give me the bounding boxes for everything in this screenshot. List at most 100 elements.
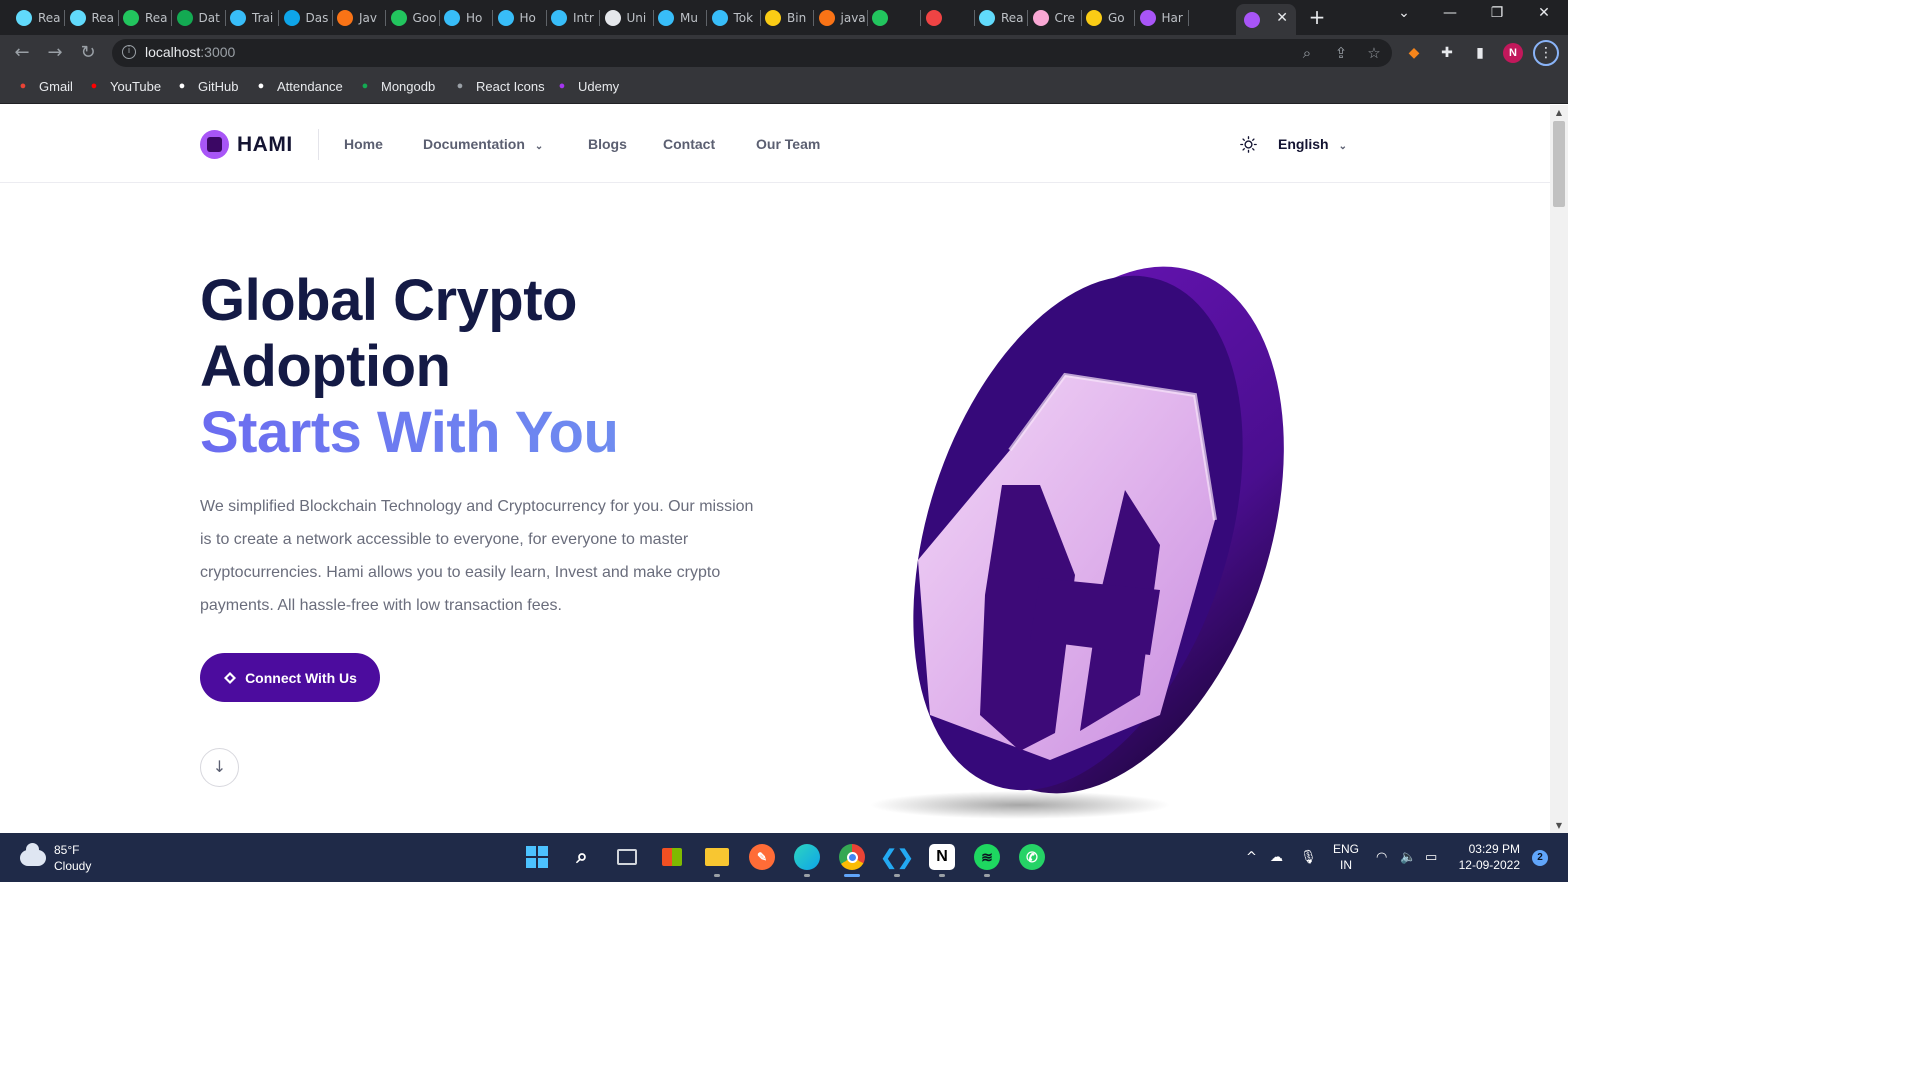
page-scrollbar[interactable]: ▲ ▼ — [1550, 105, 1568, 833]
browser-tab[interactable]: Das — [276, 4, 333, 31]
bookmark-star-icon[interactable]: ☆ — [1365, 44, 1383, 62]
bookmark-gmail[interactable]: ● Gmail — [15, 78, 73, 94]
browser-tab[interactable]: Cre — [1025, 4, 1082, 31]
url-port: :3000 — [200, 44, 236, 60]
zoom-icon[interactable]: ⌕ — [1298, 44, 1316, 62]
react-icon — [16, 9, 32, 26]
clock[interactable]: 03:29 PM 12-09-2022 — [1456, 841, 1520, 873]
bookmark-attendance[interactable]: ● Attendance — [253, 78, 343, 94]
browser-menu-icon[interactable]: ⋮ — [1533, 40, 1559, 66]
side-panel-icon[interactable]: ▮ — [1470, 43, 1490, 63]
metamask-extension-icon[interactable]: ◆ — [1404, 43, 1424, 63]
browser-tab[interactable]: Ho — [490, 4, 547, 31]
microsoft-store-icon[interactable] — [659, 844, 685, 870]
vscode-icon[interactable]: ❮❯ — [880, 844, 914, 877]
bookmark-github[interactable]: ● GitHub — [174, 78, 239, 94]
bookmark-udemy[interactable]: ● Udemy — [554, 78, 620, 94]
spotify-icon[interactable]: ≋ — [974, 844, 1000, 877]
brand-logo[interactable]: HAMI — [200, 130, 293, 159]
postman-icon[interactable]: ✎ — [749, 844, 775, 870]
lang-line2: IN — [1340, 858, 1352, 872]
tab-label: Ho — [519, 10, 536, 25]
new-tab-button[interactable]: + — [1306, 7, 1328, 29]
browser-tab[interactable]: Rea — [971, 4, 1028, 31]
browser-tab[interactable] — [864, 4, 921, 31]
browser-tab[interactable]: Goo — [383, 4, 440, 31]
meet-icon — [390, 9, 407, 26]
forward-button[interactable]: → — [44, 42, 66, 64]
minimize-button[interactable]: — — [1438, 5, 1462, 21]
nav-our-team[interactable]: Our Team — [756, 136, 820, 152]
weather-widget[interactable]: 85°F Cloudy — [20, 842, 91, 874]
circle-icon — [1032, 9, 1049, 26]
address-bar[interactable]: i localhost:3000 ⌕ ⇪ ☆ — [112, 39, 1392, 67]
file-explorer-icon[interactable] — [704, 844, 730, 877]
scroll-down-small-arrow-icon[interactable]: ▼ — [1554, 821, 1564, 830]
bookmark-react-icons[interactable]: ● React Icons — [452, 78, 545, 94]
task-view-icon[interactable] — [614, 844, 640, 870]
w-icon — [123, 9, 139, 26]
share-icon[interactable]: ⇪ — [1332, 44, 1350, 62]
browser-tab[interactable]: Uni — [597, 4, 654, 31]
browser-tab[interactable]: Rea — [62, 4, 119, 31]
theme-toggle-sun-icon[interactable] — [1240, 136, 1257, 153]
nav-contact[interactable]: Contact — [663, 136, 715, 152]
windows-taskbar: 85°F Cloudy ⌕ ✎ ❮❯ N ≋ ✆ ^ ☁ 🎙 ENG IN ◠ … — [0, 833, 1568, 882]
reload-button[interactable]: ↻ — [77, 42, 99, 64]
browser-tab[interactable]: Trai — [222, 4, 279, 31]
browser-tab[interactable]: Go — [1078, 4, 1135, 31]
whatsapp-icon[interactable]: ✆ — [1019, 844, 1045, 870]
extensions-icon[interactable]: ✚ — [1437, 43, 1457, 63]
notification-badge[interactable]: 2 — [1532, 850, 1548, 866]
active-tab[interactable]: ✕ — [1236, 4, 1296, 35]
input-language[interactable]: ENG IN — [1333, 841, 1359, 873]
browser-tab[interactable]: Har — [1132, 4, 1189, 31]
volume-icon[interactable]: 🔈 — [1400, 850, 1416, 865]
browser-tab[interactable]: Intr — [543, 4, 600, 31]
scrollbar-thumb[interactable] — [1553, 121, 1565, 207]
browser-tab[interactable]: Jav — [329, 4, 386, 31]
scroll-down-arrow-icon[interactable]: ↓ — [200, 748, 239, 787]
notion-icon[interactable]: N — [929, 844, 955, 877]
battery-icon[interactable]: ▭ — [1425, 850, 1437, 865]
close-tab-icon[interactable]: ✕ — [1276, 10, 1288, 26]
nav-home[interactable]: Home — [344, 136, 383, 152]
nav-documentation[interactable]: Documentation ⌄ — [423, 136, 543, 152]
scroll-up-arrow-icon[interactable]: ▲ — [1554, 108, 1564, 117]
browser-tab[interactable]: Ho — [436, 4, 493, 31]
tab-search-icon[interactable]: ⌄ — [1392, 5, 1416, 21]
back-button[interactable]: ← — [11, 42, 33, 64]
start-menu-icon[interactable] — [524, 844, 550, 870]
brand-name: HAMI — [237, 132, 293, 156]
browser-tab[interactable]: Rea — [8, 4, 65, 31]
wifi-icon[interactable]: ◠ — [1376, 850, 1387, 865]
browser-tab[interactable]: Rea — [115, 4, 172, 31]
browser-tab[interactable]: Tok — [704, 4, 761, 31]
close-window-button[interactable]: ✕ — [1532, 5, 1556, 21]
x-icon: ● — [257, 80, 265, 92]
search-icon[interactable]: ⌕ — [569, 844, 595, 870]
bookmark-youtube[interactable]: ● YouTube — [86, 78, 161, 94]
connect-with-us-button[interactable]: Connect With Us — [200, 653, 380, 702]
browser-tab[interactable] — [918, 4, 975, 31]
url-text[interactable]: localhost:3000 — [145, 44, 235, 60]
tab-separator — [1187, 10, 1189, 26]
browser-tab[interactable]: Dat — [169, 4, 226, 31]
site-info-icon[interactable]: i — [122, 45, 136, 59]
url-host: localhost — [145, 44, 201, 60]
chrome-icon[interactable] — [839, 844, 865, 877]
tab-label: Das — [305, 10, 329, 25]
bookmark-mongodb[interactable]: ● Mongodb — [357, 78, 436, 94]
browser-tab[interactable]: java — [811, 4, 868, 31]
language-selector[interactable]: English ⌄ — [1278, 136, 1347, 152]
profile-avatar[interactable]: N — [1503, 43, 1523, 63]
nav-blogs[interactable]: Blogs — [588, 136, 627, 152]
weather-temp: 85°F — [54, 843, 80, 857]
browser-tab[interactable]: Mu — [650, 4, 707, 31]
onedrive-icon[interactable]: ☁ — [1270, 850, 1283, 865]
browser-tab[interactable]: Bin — [757, 4, 814, 31]
show-hidden-icons-icon[interactable]: ^ — [1246, 850, 1257, 865]
edge-icon[interactable] — [794, 844, 820, 877]
microphone-icon[interactable]: 🎙 — [1300, 850, 1317, 865]
restore-button[interactable]: ❐ — [1485, 5, 1509, 21]
